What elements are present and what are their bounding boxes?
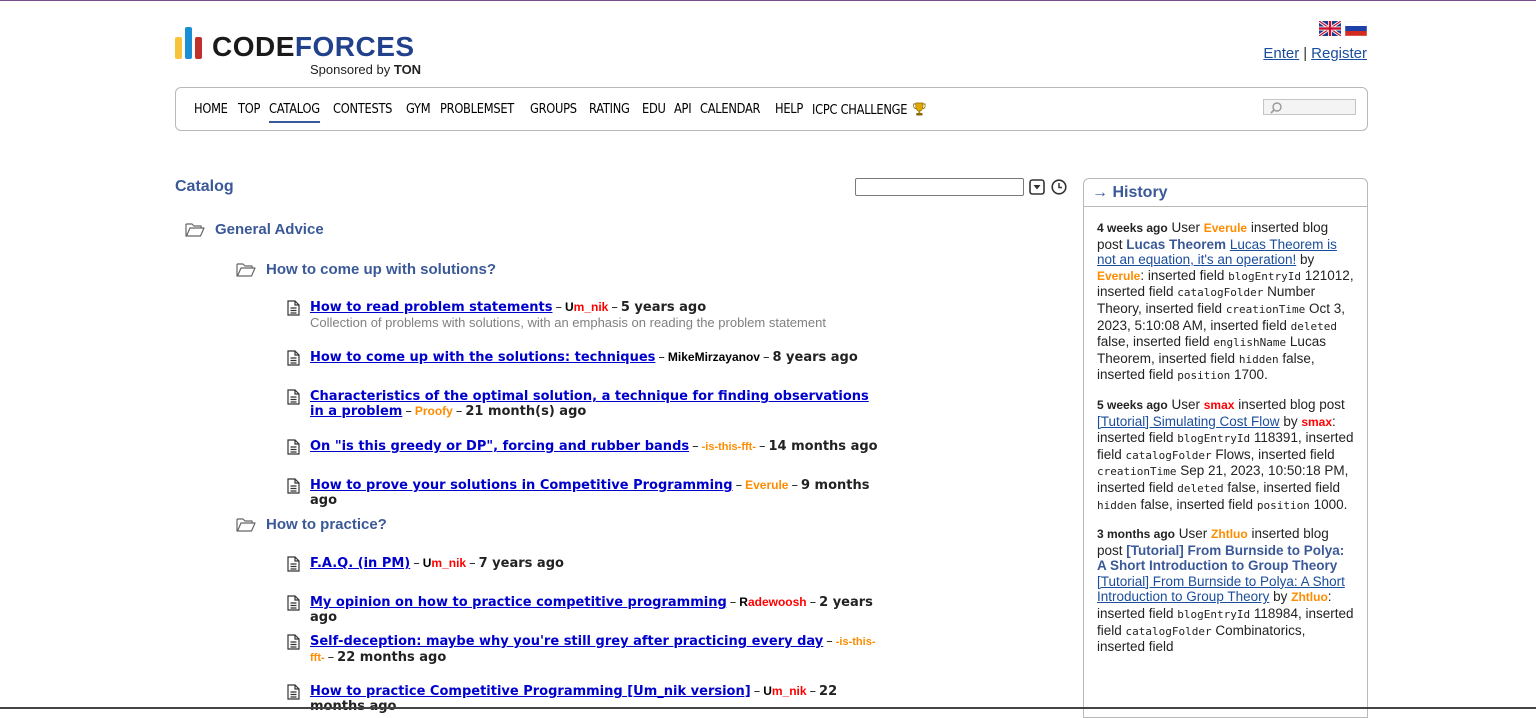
user-link[interactable]: smax — [1301, 415, 1332, 429]
main-menu: HOME TOP CATALOG CONTESTS GYM PROBLEMSET… — [175, 87, 1368, 131]
open-folder-icon — [236, 517, 256, 532]
entry-link[interactable]: How to practice Competitive Programming … — [310, 684, 751, 699]
auth-links: Enter | Register — [1263, 45, 1367, 62]
user-link[interactable]: Zhtluo — [1211, 527, 1248, 541]
menu-item-contests[interactable]: CONTESTS — [333, 102, 392, 117]
user-link[interactable]: -is-this-fft- — [702, 441, 756, 453]
entry-link[interactable]: F.A.Q. (in PM) — [310, 556, 410, 571]
page-title: Catalog — [175, 178, 234, 195]
uk-flag-icon[interactable] — [1319, 21, 1341, 36]
history-item: 4 weeks ago User Everule inserted blog p… — [1097, 220, 1354, 383]
list-item: How to read problem statements – Um_nik –5 … — [287, 300, 880, 330]
list-item: Characteristics of the optimal solution,… — [287, 389, 880, 419]
user-link[interactable]: Everule — [1204, 221, 1247, 235]
user-link[interactable]: Radewoosh — [739, 595, 806, 609]
menu-item-edu[interactable]: EDU — [642, 102, 666, 117]
language-flags — [1319, 21, 1367, 36]
document-icon — [287, 300, 300, 316]
menu-item-icpc-challenge[interactable]: ICPC CHALLENGE — [812, 101, 926, 118]
entry-link[interactable]: My opinion on how to practice competitiv… — [310, 595, 727, 610]
menu-item-api[interactable]: API — [674, 102, 692, 117]
list-item: Self-deception: maybe why you're still g… — [287, 634, 880, 666]
folder-how-to-come-up-with-solutions[interactable]: How to come up with solutions? — [236, 261, 496, 278]
menu-item-problemset[interactable]: PROBLEMSET — [440, 102, 514, 117]
menu-item-catalog[interactable]: CATALOG — [269, 102, 320, 123]
document-icon — [287, 634, 300, 650]
register-link[interactable]: Register — [1311, 45, 1367, 62]
menu-item-rating[interactable]: RATING — [589, 102, 630, 117]
entry-description: Collection of problems with solutions, w… — [310, 315, 826, 330]
logo-wordmark: CODEFORCES — [212, 31, 415, 62]
document-icon — [287, 595, 300, 611]
blog-post-link[interactable]: [Tutorial] Simulating Cost Flow — [1097, 414, 1280, 429]
user-link[interactable]: Um_nik — [423, 556, 466, 570]
russia-flag-icon[interactable] — [1345, 21, 1367, 36]
document-icon — [287, 439, 300, 455]
entry-link[interactable]: On "is this greedy or DP", forcing and r… — [310, 439, 689, 454]
entry-link[interactable]: Self-deception: maybe why you're still g… — [310, 634, 823, 649]
history-item: 5 weeks ago User smax inserted blog post… — [1097, 396, 1354, 512]
clock-icon[interactable] — [1051, 179, 1067, 195]
user-link[interactable]: Everule — [745, 478, 788, 492]
entry-link[interactable]: How to read problem statements — [310, 300, 552, 315]
document-icon — [287, 478, 300, 494]
dropdown-toggle-icon[interactable] — [1029, 179, 1045, 195]
document-icon — [287, 350, 300, 366]
entry-link[interactable]: Characteristics of the optimal solution,… — [310, 389, 869, 419]
user-link[interactable]: Everule — [1097, 269, 1140, 283]
folder-how-to-practice[interactable]: How to practice? — [236, 516, 387, 533]
entry-link[interactable]: How to prove your solutions in Competiti… — [310, 478, 733, 493]
trophy-icon — [913, 102, 926, 115]
history-panel: → History 4 weeks ago User Everule inser… — [1083, 178, 1368, 718]
list-item: On "is this greedy or DP", forcing and r… — [287, 439, 880, 455]
open-folder-icon — [185, 222, 205, 237]
menu-item-help[interactable]: HELP — [775, 102, 803, 117]
document-icon — [287, 684, 300, 700]
menu-item-groups[interactable]: GROUPS — [530, 102, 577, 117]
document-icon — [287, 556, 300, 572]
list-item: My opinion on how to practice competitiv… — [287, 595, 880, 625]
user-link[interactable]: Um_nik — [565, 300, 608, 314]
search-icon — [1270, 102, 1282, 114]
menu-item-gym[interactable]: GYM — [406, 102, 431, 117]
list-item: How to come up with the solutions: techn… — [287, 350, 880, 366]
list-item: How to prove your solutions in Competiti… — [287, 478, 880, 508]
document-icon — [287, 389, 300, 405]
logo-bars-icon — [175, 27, 202, 59]
codeforces-logo[interactable]: CODEFORCES Sponsored by TON — [175, 25, 421, 77]
entry-link[interactable]: How to come up with the solutions: techn… — [310, 350, 655, 365]
menu-item-home[interactable]: HOME — [194, 102, 228, 117]
menu-item-calendar[interactable]: CALENDAR — [700, 102, 761, 117]
folder-general-advice[interactable]: General Advice — [185, 221, 324, 238]
user-link[interactable]: Zhtluo — [1291, 590, 1328, 604]
history-title: → History — [1084, 179, 1367, 207]
sponsor-line: Sponsored by TON — [310, 62, 422, 77]
list-item: F.A.Q. (in PM) – Um_nik –7 years ago — [287, 556, 880, 572]
user-link[interactable]: Proofy — [415, 404, 453, 418]
user-link[interactable]: MikeMirzayanov — [668, 350, 760, 364]
user-link[interactable]: Um_nik — [763, 684, 806, 698]
history-item: 3 months ago User Zhtluo inserted blog p… — [1097, 526, 1354, 655]
open-folder-icon — [236, 262, 256, 277]
catalog-search-input[interactable] — [855, 178, 1024, 196]
menu-item-top[interactable]: TOP — [238, 102, 260, 117]
user-link[interactable]: smax — [1204, 398, 1235, 412]
search-input[interactable] — [1263, 99, 1356, 115]
enter-link[interactable]: Enter — [1263, 45, 1299, 62]
list-item: How to practice Competitive Programming … — [287, 684, 880, 714]
